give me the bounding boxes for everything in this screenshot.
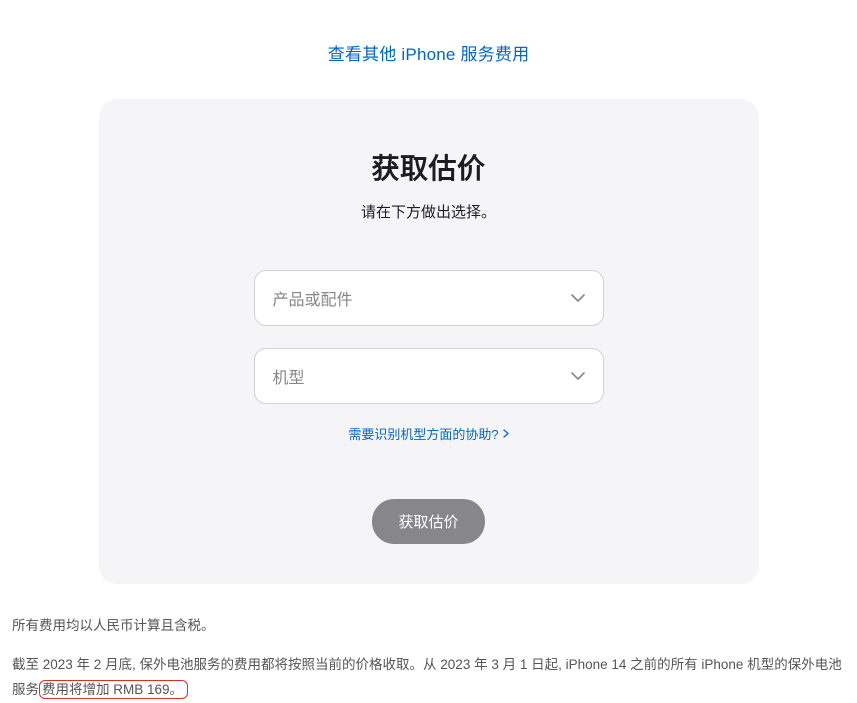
get-estimate-button[interactable]: 获取估价 <box>372 499 484 544</box>
identify-model-help-link[interactable]: 需要识别机型方面的协助? <box>348 424 508 443</box>
chevron-down-icon <box>571 372 585 380</box>
product-select-placeholder: 产品或配件 <box>273 286 353 310</box>
help-link-label: 需要识别机型方面的协助? <box>348 424 498 443</box>
footer-line-1: 所有费用均以人民币计算且含税。 <box>12 614 845 639</box>
chevron-right-icon <box>503 428 509 440</box>
footer-line-2: 截至 2023 年 2 月底, 保外电池服务的费用都将按照当前的价格收取。从 2… <box>12 653 845 703</box>
model-select-placeholder: 机型 <box>273 364 305 388</box>
product-select[interactable]: 产品或配件 <box>254 270 604 326</box>
price-increase-highlight: 费用将增加 RMB 169。 <box>39 680 188 699</box>
chevron-down-icon <box>571 294 585 302</box>
card-subtitle: 请在下方做出选择。 <box>149 201 709 222</box>
footer-notes: 所有费用均以人民币计算且含税。 截至 2023 年 2 月底, 保外电池服务的费… <box>12 614 845 703</box>
estimate-card: 获取估价 请在下方做出选择。 产品或配件 机型 需要识别机型方面的协助? <box>99 99 759 584</box>
model-select[interactable]: 机型 <box>254 348 604 404</box>
card-title: 获取估价 <box>149 147 709 187</box>
other-services-link[interactable]: 查看其他 iPhone 服务费用 <box>328 45 530 64</box>
